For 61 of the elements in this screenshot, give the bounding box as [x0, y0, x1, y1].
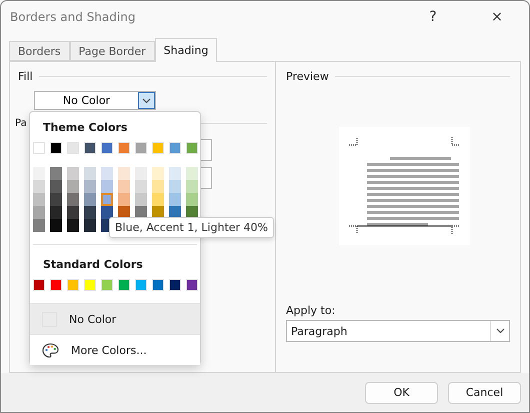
apply-to-dropdown[interactable]: Paragraph	[286, 320, 510, 342]
theme-colors-heading: Theme Colors	[42, 120, 128, 136]
close-button[interactable]: ×	[465, 1, 529, 32]
tooltip: Blue, Accent 1, Lighter 40%	[109, 217, 274, 238]
color-swatch[interactable]	[67, 193, 79, 206]
color-swatch[interactable]	[101, 167, 113, 180]
color-swatch[interactable]	[50, 167, 62, 180]
color-swatch[interactable]	[186, 180, 198, 193]
chevron-down-icon	[142, 98, 151, 104]
color-swatch[interactable]	[33, 206, 45, 219]
color-swatch[interactable]	[118, 167, 130, 180]
preview-label: Preview	[286, 70, 329, 83]
color-swatch[interactable]	[84, 193, 96, 206]
color-swatch[interactable]	[33, 180, 45, 193]
tab[interactable]: Borders	[9, 41, 70, 61]
apply-to-label: Apply to:	[286, 304, 336, 317]
standard-colors-heading: Standard Colors	[42, 257, 144, 273]
palette-icon	[42, 342, 59, 358]
tab[interactable]: Page Border	[70, 41, 155, 61]
color-swatch[interactable]	[169, 167, 181, 180]
color-swatch[interactable]	[101, 206, 113, 219]
color-swatch[interactable]	[152, 193, 164, 206]
color-swatch[interactable]	[50, 193, 62, 206]
color-swatch[interactable]	[50, 206, 62, 219]
color-swatch[interactable]	[152, 180, 164, 193]
patterns-label: Pa	[15, 118, 27, 129]
fill-label: Fill	[18, 70, 33, 83]
color-swatch[interactable]	[67, 219, 79, 232]
color-swatch[interactable]	[33, 193, 45, 206]
color-swatch[interactable]	[67, 206, 79, 219]
fill-dropdown[interactable]: No Color	[34, 91, 156, 110]
color-swatch[interactable]	[33, 219, 45, 232]
color-swatch[interactable]	[135, 180, 147, 193]
color-swatch[interactable]	[152, 167, 164, 180]
color-swatch[interactable]	[101, 193, 113, 206]
ok-button[interactable]: OK	[365, 382, 438, 404]
menu-item[interactable]: More Colors...	[30, 335, 200, 365]
color-swatch[interactable]	[186, 167, 198, 180]
color-swatch[interactable]	[169, 193, 181, 206]
chevron-down-icon	[496, 328, 504, 334]
color-swatch[interactable]	[169, 180, 181, 193]
color-swatch[interactable]	[67, 167, 79, 180]
cancel-button[interactable]: Cancel	[448, 382, 521, 404]
color-swatch[interactable]	[135, 167, 147, 180]
color-swatch[interactable]	[84, 206, 96, 219]
color-swatch[interactable]	[118, 180, 130, 193]
color-swatch[interactable]	[67, 180, 79, 193]
color-swatch[interactable]	[135, 193, 147, 206]
color-swatch[interactable]	[84, 219, 96, 232]
tab[interactable]: Shading	[154, 38, 218, 62]
help-button[interactable]: ?	[401, 1, 465, 32]
color-swatch[interactable]	[50, 180, 62, 193]
menu-item[interactable]: No Color	[30, 304, 200, 334]
color-swatch[interactable]	[101, 180, 113, 193]
color-swatch[interactable]	[186, 193, 198, 206]
color-swatch[interactable]	[118, 193, 130, 206]
color-swatch[interactable]	[84, 180, 96, 193]
color-swatch[interactable]	[50, 219, 62, 232]
window-title: Borders and Shading	[10, 10, 136, 24]
color-swatch[interactable]	[84, 167, 96, 180]
color-swatch[interactable]	[33, 167, 45, 180]
